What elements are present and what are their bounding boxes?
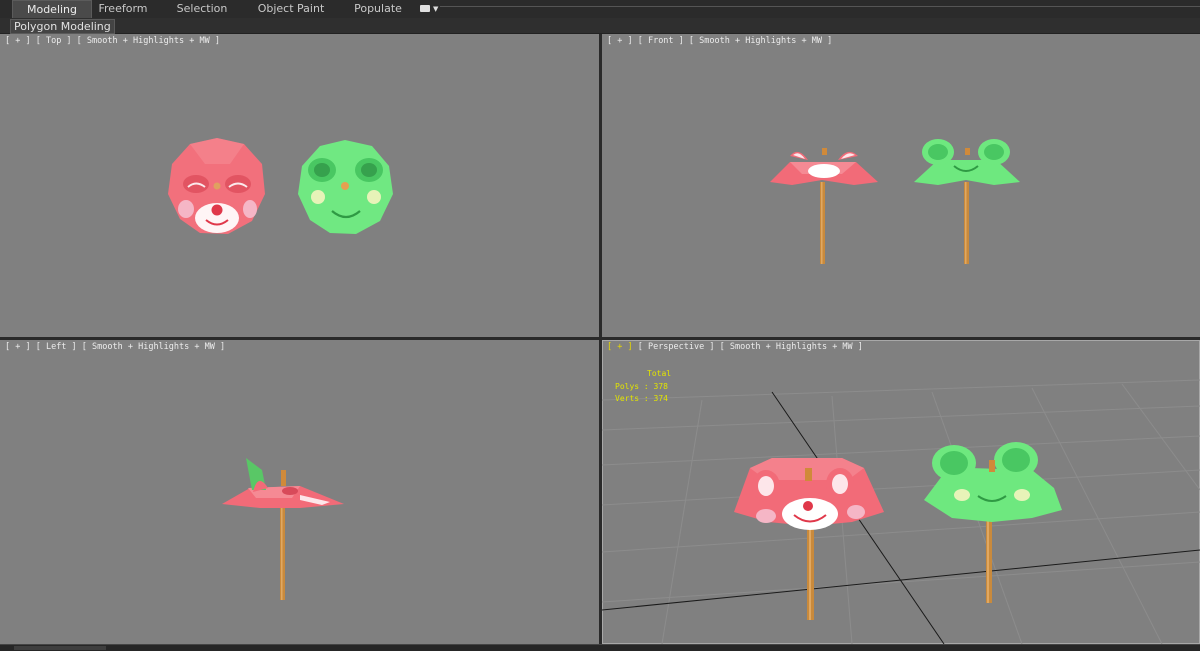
viewport-front-canvas [770, 139, 1020, 264]
stats-total-label: Total [647, 369, 672, 378]
window-icon [420, 5, 430, 12]
stats-polys-label: Polys [615, 381, 640, 391]
green-umbrella-front-view [914, 139, 1020, 264]
stats-verts-value: 374 [653, 394, 668, 403]
grid-axis-x [602, 549, 1200, 611]
red-umbrella-perspective [734, 458, 884, 620]
time-slider[interactable] [14, 646, 106, 650]
tab-populate[interactable]: Populate [350, 0, 406, 18]
viewport-perspective-canvas [602, 379, 1200, 644]
viewport-front[interactable]: [ + ] [ Front ] [ Smooth + Highlights + … [602, 34, 1200, 337]
viewport-layout: [ + ] [ Top ] [ Smooth + Highlights + MW… [0, 34, 1200, 644]
polygon-stats: Total Polys : 378 Verts : 374 [615, 368, 671, 406]
ribbon-panel-bar: Polygon Modeling [0, 18, 1200, 34]
panel-polygon-modeling[interactable]: Polygon Modeling [10, 19, 115, 34]
tab-object-paint[interactable]: Object Paint [256, 0, 326, 18]
ribbon-divider [440, 6, 1200, 7]
viewport-left[interactable]: [ + ] [ Left ] [ Smooth + Highlights + M… [0, 340, 599, 644]
tab-selection[interactable]: Selection [170, 0, 234, 18]
viewport-top[interactable]: [ + ] [ Top ] [ Smooth + Highlights + MW… [0, 34, 599, 337]
stats-verts: Verts : 374 [615, 394, 668, 403]
red-umbrella-side-view [222, 458, 344, 600]
stats-polys: Polys : 378 [615, 381, 668, 391]
stats-polys-value: 378 [653, 381, 668, 391]
red-umbrella-top-view [168, 138, 265, 234]
chevron-down-icon: ▼ [433, 5, 439, 13]
home-grid [602, 379, 1200, 644]
tab-freeform[interactable]: Freeform [92, 0, 154, 18]
tab-modeling[interactable]: Modeling [12, 0, 92, 18]
viewport-top-canvas [168, 138, 393, 234]
viewport-perspective[interactable]: [ + ] [ Perspective ] [ Smooth + Highlig… [602, 340, 1200, 644]
stats-verts-label: Verts [615, 394, 640, 403]
ribbon-bar: Modeling Freeform Selection Object Paint… [0, 0, 1200, 19]
green-umbrella-top-view [298, 140, 393, 234]
viewport-left-canvas [222, 458, 344, 600]
red-umbrella-front-view [770, 148, 878, 264]
ribbon-options-button[interactable]: ▼ [420, 4, 438, 14]
